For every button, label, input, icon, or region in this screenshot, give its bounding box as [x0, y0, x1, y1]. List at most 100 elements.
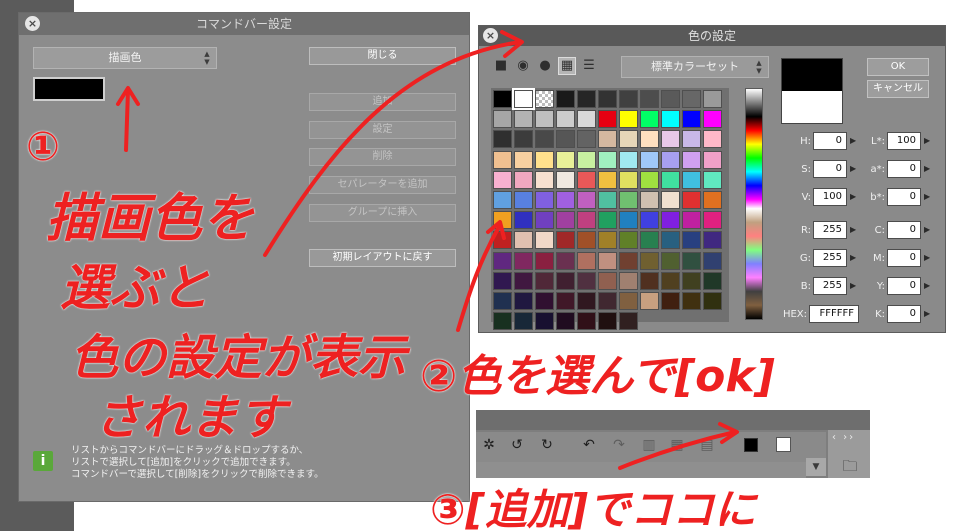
color-swatch[interactable]	[577, 291, 596, 310]
b-field[interactable]: 255	[813, 277, 847, 295]
color-swatch[interactable]	[493, 90, 512, 108]
a-field[interactable]: 0	[887, 160, 921, 178]
color-swatch[interactable]	[493, 150, 512, 169]
color-swatch[interactable]	[640, 211, 659, 230]
color-swatch[interactable]	[577, 211, 596, 230]
color-swatch[interactable]	[493, 251, 512, 270]
color-swatch[interactable]	[640, 170, 659, 189]
color-swatch[interactable]	[535, 130, 554, 149]
color-swatch[interactable]	[703, 251, 722, 270]
color-swatch[interactable]	[556, 190, 575, 209]
color-swatch[interactable]	[661, 271, 680, 290]
color-swatch[interactable]	[556, 312, 575, 331]
cancel-button[interactable]: キャンセル	[867, 80, 929, 98]
panel-nav-arrows[interactable]: ‹ ››	[832, 432, 855, 443]
color-swatch[interactable]	[619, 211, 638, 230]
color-swatch[interactable]	[619, 90, 638, 108]
color-swatch[interactable]	[703, 271, 722, 290]
close-icon[interactable]: ×	[483, 28, 498, 43]
color-swatch[interactable]	[598, 291, 617, 310]
color-swatch[interactable]	[598, 90, 617, 108]
color-swatch[interactable]	[535, 211, 554, 230]
color-swatch[interactable]	[640, 150, 659, 169]
color-swatch[interactable]	[556, 291, 575, 310]
color-swatch[interactable]	[493, 271, 512, 290]
g-field[interactable]: 255	[813, 249, 847, 267]
color-swatch[interactable]	[556, 231, 575, 250]
color-swatch[interactable]	[535, 251, 554, 270]
color-swatch[interactable]	[514, 312, 533, 331]
right-arrow-icon[interactable]: ▶	[924, 160, 932, 178]
color-swatch[interactable]	[640, 231, 659, 250]
color-swatch[interactable]	[535, 90, 554, 108]
color-swatch[interactable]	[661, 211, 680, 230]
color-swatch[interactable]	[535, 291, 554, 310]
b-star-field[interactable]: 0	[887, 188, 921, 206]
color-swatch[interactable]	[682, 130, 701, 149]
color-swatch[interactable]	[493, 130, 512, 149]
color-swatch[interactable]	[703, 150, 722, 169]
color-strip[interactable]	[745, 88, 763, 320]
color-swatch[interactable]	[514, 231, 533, 250]
color-swatch[interactable]	[598, 271, 617, 290]
close-button[interactable]: 閉じる	[309, 47, 456, 65]
color-slider-icon[interactable]: ☰	[581, 58, 597, 74]
color-swatch[interactable]	[514, 150, 533, 169]
color-swatch[interactable]	[682, 231, 701, 250]
color-swatch[interactable]	[703, 170, 722, 189]
color-swatch[interactable]	[493, 231, 512, 250]
right-arrow-icon[interactable]: ▶	[850, 277, 858, 295]
navigator-icon[interactable]: ✲	[480, 436, 498, 454]
color-swatch[interactable]	[514, 211, 533, 230]
redo-icon[interactable]: ↷	[610, 436, 628, 454]
color-swatch[interactable]	[535, 170, 554, 189]
color-swatch[interactable]	[493, 211, 512, 230]
color-palette-icon[interactable]: ▦	[558, 57, 576, 75]
settings-button[interactable]: 設定	[309, 121, 456, 139]
color-swatch[interactable]	[556, 271, 575, 290]
color-swatch[interactable]	[682, 110, 701, 129]
right-arrow-icon[interactable]: ▶	[924, 188, 932, 206]
y-field[interactable]: 0	[887, 277, 921, 295]
color-swatch[interactable]	[493, 170, 512, 189]
color-swatch[interactable]	[703, 211, 722, 230]
color-swatch[interactable]	[703, 110, 722, 129]
folder-icon[interactable]: 🗀	[836, 456, 864, 476]
color-square-icon[interactable]: ■	[493, 58, 509, 74]
color-swatch[interactable]	[619, 110, 638, 129]
h-field[interactable]: 0	[813, 132, 847, 150]
color-swatch[interactable]	[493, 291, 512, 310]
rotate-right-icon[interactable]: ↻	[538, 436, 556, 454]
close-icon[interactable]: ×	[25, 16, 40, 31]
right-arrow-icon[interactable]: ▶	[850, 188, 858, 206]
color-swatch[interactable]	[703, 130, 722, 149]
right-arrow-icon[interactable]: ▶	[924, 249, 932, 267]
rotate-left-icon[interactable]: ↺	[508, 436, 526, 454]
s-field[interactable]: 0	[813, 160, 847, 178]
color-swatch[interactable]	[661, 190, 680, 209]
color-swatch[interactable]	[577, 110, 596, 129]
color-swatch[interactable]	[682, 271, 701, 290]
color-swatch[interactable]	[703, 291, 722, 310]
color-swatch[interactable]	[493, 190, 512, 209]
color-swatch[interactable]	[682, 211, 701, 230]
color-swatch[interactable]	[661, 291, 680, 310]
insert-to-group-button[interactable]: グループに挿入	[309, 204, 456, 222]
right-arrow-icon[interactable]: ▶	[924, 132, 932, 150]
color-swatch[interactable]	[514, 130, 533, 149]
ok-button[interactable]: OK	[867, 58, 929, 76]
color-swatch[interactable]	[556, 170, 575, 189]
color-swatch[interactable]	[556, 211, 575, 230]
color-swatch[interactable]	[661, 251, 680, 270]
color-swatch[interactable]	[619, 271, 638, 290]
grid-icon[interactable]: ▥	[640, 436, 658, 454]
color-set-select[interactable]: 標準カラーセット ▲ ▼	[621, 56, 769, 78]
color-swatch[interactable]	[682, 291, 701, 310]
color-swatch[interactable]	[598, 251, 617, 270]
color-swatch[interactable]	[640, 251, 659, 270]
right-arrow-icon[interactable]: ▶	[850, 221, 858, 239]
add-button[interactable]: 追加	[309, 93, 456, 111]
m-field[interactable]: 0	[887, 249, 921, 267]
delete-button[interactable]: 削除	[309, 148, 456, 166]
color-swatch[interactable]	[577, 312, 596, 331]
